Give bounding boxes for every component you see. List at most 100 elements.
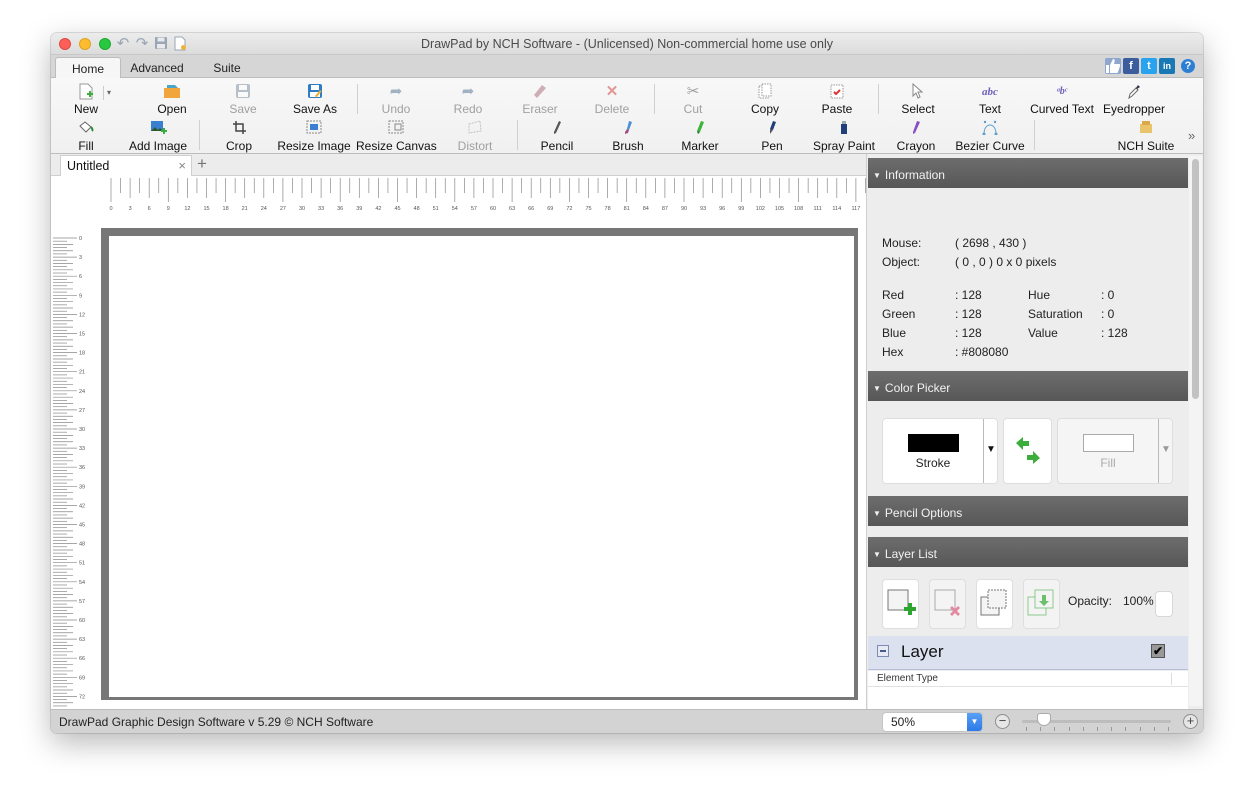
layer-name: Layer [901,642,944,661]
fill-dropdown-arrow[interactable]: ▼ [1161,444,1171,455]
delete-layer-button[interactable] [930,580,965,628]
curved-text-button[interactable]: ᵃbᶜ Curved Text [1022,83,1102,116]
ruler-label: 30 [79,427,85,433]
ruler-label: 69 [79,675,85,681]
text-button[interactable]: abc Text [950,83,1030,116]
information-section-header[interactable]: ▼ Information [868,158,1188,188]
delete-button[interactable]: ✕ Delete [572,83,652,116]
collapse-triangle-icon: ▼ [873,384,881,393]
save-as-button[interactable]: Save As [275,83,355,116]
zoom-in-button[interactable]: + [1183,714,1198,729]
duplicate-layer-button[interactable] [977,580,1012,628]
distort-button[interactable]: Distort [435,120,515,153]
red-value: : 128 [955,288,982,302]
ruler-label: 93 [700,206,706,212]
zoom-level-select[interactable]: 50% ▼ [883,713,982,731]
collapse-triangle-icon: ▼ [873,550,881,559]
ruler-label: 75 [585,206,591,212]
undo-button[interactable]: ➦ Undo [356,83,436,116]
ribbon-toolbar: New ▾ Open Save Save As ➦ Undo ➦ Redo Er… [51,78,1203,154]
stroke-dropdown-arrow[interactable]: ▼ [986,444,996,455]
pencil-options-section-header[interactable]: ▼ Pencil Options [868,496,1188,526]
opacity-input[interactable] [1156,592,1172,616]
ruler-label: 72 [79,694,85,700]
save-button[interactable]: Save [203,83,283,116]
help-icon[interactable]: ? [1181,59,1195,73]
fill-color-swatch [1083,434,1134,452]
crayon-button[interactable]: Crayon [876,120,956,153]
hue-label: Hue [1028,288,1051,302]
pen-button[interactable]: Pen [732,120,812,153]
resize-image-button[interactable]: Resize Image [274,120,354,153]
stroke-label: Stroke [915,456,951,470]
ruler-label: 105 [775,206,784,212]
ruler-label: 84 [643,206,649,212]
panel-scrollbar[interactable] [1192,159,1199,399]
cut-button[interactable]: ✂ Cut [653,83,733,116]
brush-button[interactable]: Brush [588,120,668,153]
ruler-label: 114 [832,206,841,212]
color-picker-section-header[interactable]: ▼ Color Picker [868,371,1188,401]
eyedropper-button[interactable]: Eyedropper [1094,83,1174,116]
pencil-button[interactable]: Pencil [517,120,597,153]
drawing-canvas[interactable] [109,236,854,697]
layer-row[interactable]: Layer ✔ [868,636,1188,670]
marker-button[interactable]: Marker [660,120,740,153]
ruler-label: 87 [662,206,668,212]
twitter-icon[interactable]: t [1141,58,1157,74]
add-tab-button[interactable]: + [197,154,207,174]
add-layer-button[interactable] [883,580,918,628]
zoom-out-button[interactable]: − [995,714,1010,729]
zoom-slider-thumb[interactable] [1037,713,1052,726]
tab-suite[interactable]: Suite [197,57,257,79]
collapse-layer-icon[interactable] [877,645,889,657]
tab-advanced[interactable]: Advanced [123,57,191,79]
eraser-icon [500,83,580,101]
layer-list-section-header[interactable]: ▼ Layer List [868,537,1188,567]
redo-button[interactable]: ➦ Redo [428,83,508,116]
fill-button[interactable]: Fill [51,120,126,153]
select-button[interactable]: Select [878,82,958,116]
crop-button[interactable]: Crop [199,120,279,153]
nch-suite-button[interactable]: NCH Suite [1106,120,1186,153]
copy-button[interactable]: Copy [725,83,805,116]
fill-color-button[interactable]: Fill ▼ [1058,419,1172,483]
swap-colors-button[interactable] [1004,419,1051,483]
stroke-color-button[interactable]: Stroke ▼ [883,419,997,483]
tab-home[interactable]: Home [55,57,121,79]
paste-button[interactable]: Paste [797,83,877,116]
chevron-down-icon[interactable]: ▼ [967,713,982,731]
ruler-label: 96 [719,206,725,212]
close-tab-icon[interactable]: × [178,158,186,173]
layer-visibility-checkbox[interactable]: ✔ [1151,644,1165,658]
add-image-button[interactable]: Add Image [118,120,198,153]
ruler-label: 39 [356,206,362,212]
object-value: ( 0 , 0 ) 0 x 0 pixels [955,255,1057,269]
ruler-label: 60 [79,618,85,624]
element-type-column-header[interactable]: Element Type [877,673,938,684]
stroke-color-swatch [908,434,959,452]
slider-tick [1068,727,1070,731]
ruler-label: 21 [79,370,85,376]
new-button[interactable]: New [51,83,126,116]
like-icon[interactable] [1105,58,1121,74]
merge-layer-button[interactable] [1024,580,1059,628]
facebook-icon[interactable]: f [1123,58,1139,74]
new-dropdown-arrow[interactable]: ▾ [107,88,111,97]
document-tab-untitled[interactable]: Untitled × [60,155,192,176]
zoom-level-value: 50% [891,715,916,729]
delete-layer-icon [934,589,960,616]
eraser-button[interactable]: Eraser [500,83,580,116]
open-button[interactable]: Open [132,83,212,116]
mouse-label: Mouse: [882,236,922,250]
resize-canvas-button[interactable]: Resize Canvas [356,120,437,153]
slider-tick [1082,727,1084,731]
app-window: ↶ ↷ DrawPad by NCH Software - (Unlicense… [51,33,1203,733]
document-tabs: Untitled × + [51,154,866,176]
toolbar-overflow-button[interactable]: » [1188,128,1195,143]
spray-paint-button[interactable]: Spray Paint [804,120,884,153]
open-folder-icon [132,83,212,101]
bezier-curve-button[interactable]: Bezier Curve [950,120,1030,153]
linkedin-icon[interactable]: in [1159,58,1175,74]
ruler-label: 42 [79,503,85,509]
